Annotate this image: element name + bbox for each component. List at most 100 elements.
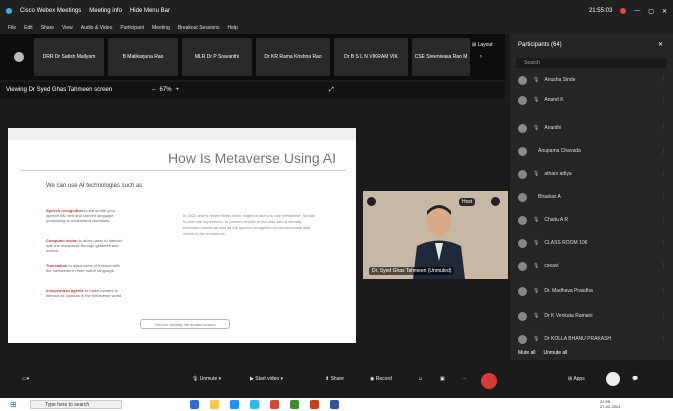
menu-item[interactable]: Edit: [24, 25, 33, 31]
participant-row[interactable]: 🎙 Anand K ⋮: [518, 91, 666, 109]
participant-row[interactable]: 🎙 Dr K Venkata Ramani ⋮: [518, 307, 666, 325]
hide-menu-button[interactable]: Hide Menu Bar: [130, 8, 170, 14]
webex-taskbar-icon[interactable]: [250, 400, 259, 409]
menu-item[interactable]: Audio & Video: [81, 25, 113, 31]
video-options-icon[interactable]: [367, 197, 376, 206]
record-button[interactable]: ◉ Record: [370, 376, 392, 382]
taskbar-search-input[interactable]: Type here to search: [30, 400, 122, 409]
more-options-icon[interactable]: [491, 197, 500, 206]
row-menu-icon[interactable]: ⋮: [661, 194, 666, 200]
screen-share-notice[interactable]: You are viewing the shared screen: [140, 319, 230, 329]
participant-name: Anusha Sinde: [544, 77, 576, 83]
more-icon[interactable]: ⋯: [462, 376, 467, 382]
avatar: [518, 75, 527, 85]
unmute-all-button[interactable]: Unmute all: [544, 350, 568, 356]
minimize-icon[interactable]: —: [634, 8, 640, 14]
menu-item[interactable]: Help: [228, 25, 238, 31]
file-explorer-icon[interactable]: [210, 400, 219, 409]
share-label: Share: [330, 376, 344, 382]
powerpoint-icon[interactable]: [310, 400, 319, 409]
mic-icon: 🎙: [533, 240, 540, 246]
participant-row[interactable]: 🎙 atharv adiya ⋮: [518, 165, 666, 183]
word-icon[interactable]: [330, 400, 339, 409]
participant-name: Anand K: [544, 97, 564, 103]
leave-meeting-button[interactable]: [481, 373, 497, 389]
participant-tile[interactable]: B Malikarjuna Rao: [108, 38, 178, 76]
menu-item[interactable]: Breakout Sessions: [178, 25, 220, 31]
meeting-timer: 21:55:03: [588, 8, 613, 14]
participant-name: CLASS ROOM 106: [544, 240, 588, 246]
row-menu-icon[interactable]: ⋮: [661, 171, 666, 177]
participant-row[interactable]: Anupama Chavada ⋮: [518, 142, 666, 160]
presenter-video[interactable]: Host Dr. Syed Ghas Tahmeen (Unmuted): [363, 191, 508, 279]
taskview-icon[interactable]: [190, 400, 199, 409]
participant-row[interactable]: Bhaskar A ⋮: [518, 188, 666, 206]
close-icon[interactable]: ✕: [662, 8, 667, 15]
unmute-button[interactable]: 🎙 Unmute ▾: [192, 376, 221, 382]
row-menu-icon[interactable]: ⋮: [661, 97, 666, 103]
row-menu-icon[interactable]: ⋮: [661, 217, 666, 223]
participants-icon[interactable]: [606, 372, 620, 386]
participant-row[interactable]: 🎙 Anusha Sinde ⋮: [518, 71, 666, 89]
participant-name: Bhaskar A: [538, 194, 561, 200]
slide-bullet: Speech recognition to transcribe your sp…: [46, 208, 126, 223]
zoom-in-icon[interactable]: +: [176, 87, 180, 93]
participant-tile[interactable]: Dr KR Rama Krishna Rao: [256, 38, 330, 76]
zoom-level[interactable]: 67%: [160, 87, 172, 93]
edge-icon[interactable]: [230, 400, 239, 409]
row-menu-icon[interactable]: ⋮: [661, 336, 666, 342]
meeting-toolbar: ▭▾ 🎙 Unmute ▾ ▶ Start video ▾ ⬆ Share ◉ …: [0, 364, 673, 398]
row-menu-icon[interactable]: ⋮: [661, 148, 666, 154]
windows-start-icon[interactable]: ⊞: [10, 400, 17, 409]
excel-icon[interactable]: [290, 400, 299, 409]
row-menu-icon[interactable]: ⋮: [661, 263, 666, 269]
recording-icon: [620, 8, 627, 14]
layout-button[interactable]: ⊞ Layout: [472, 42, 493, 48]
clock-date: 27-02-2024: [600, 404, 621, 409]
participants-header: Participants (64): [518, 42, 562, 48]
captions-icon[interactable]: ▣: [440, 376, 445, 382]
participant-row[interactable]: 🎙 Chaitu A R ⋮: [518, 211, 666, 229]
maximize-icon[interactable]: ▢: [648, 8, 654, 15]
row-menu-icon[interactable]: ⋮: [661, 240, 666, 246]
fullscreen-icon[interactable]: ⤢: [329, 87, 334, 94]
chrome-icon[interactable]: [270, 400, 279, 409]
app-title: Cisco Webex Meetings: [20, 8, 82, 14]
next-arrow-icon[interactable]: ›: [480, 54, 482, 60]
participants-search-input[interactable]: Search: [516, 58, 667, 68]
panel-close-icon[interactable]: ✕: [658, 41, 663, 48]
mic-icon: 🎙: [533, 263, 540, 269]
menu-item[interactable]: File: [8, 25, 16, 31]
start-video-button[interactable]: ▶ Start video ▾: [250, 376, 283, 382]
participant-row[interactable]: 🎙 CLASS ROOM 106 ⋮: [518, 234, 666, 252]
layout-options-icon[interactable]: ▭▾: [22, 376, 29, 382]
participant-row[interactable]: 🎙 Dr KOLLA BHANU PRAKASH ⋮: [518, 330, 666, 348]
mute-all-button[interactable]: Mute all: [518, 350, 536, 356]
zoom-out-icon[interactable]: –: [152, 87, 155, 93]
row-menu-icon[interactable]: ⋮: [661, 288, 666, 294]
meeting-info-button[interactable]: Meeting info: [89, 8, 122, 14]
webex-logo-icon: [6, 8, 12, 14]
reactions-icon[interactable]: ☺: [418, 376, 423, 382]
participant-tile[interactable]: Dr B S L N VIKRAM VIK: [334, 38, 408, 76]
participant-tile[interactable]: MLR Dr P Sravanthi: [182, 38, 252, 76]
menu-item[interactable]: Meeting: [152, 25, 170, 31]
row-menu-icon[interactable]: ⋮: [661, 125, 666, 131]
participant-tile[interactable]: DRR Dr Satish Mallyam: [34, 38, 104, 76]
participant-row[interactable]: 🎙 Dr. Madhava Prasdha ⋮: [518, 282, 666, 300]
menu-item[interactable]: View: [62, 25, 73, 31]
row-menu-icon[interactable]: ⋮: [661, 77, 666, 83]
participant-row[interactable]: 🎙 Ananthi ⋮: [518, 119, 666, 137]
row-menu-icon[interactable]: ⋮: [661, 313, 666, 319]
apps-button[interactable]: ⊞ Apps: [568, 376, 585, 382]
participant-row[interactable]: 🎙 cseavi ⋮: [518, 257, 666, 275]
menu-item[interactable]: Share: [41, 25, 54, 31]
participant-tile[interactable]: CSE Sreenivasa Rao M: [412, 38, 470, 76]
menu-item[interactable]: Participant: [120, 25, 144, 31]
shared-screen-header: [8, 128, 356, 140]
avatar: [518, 286, 527, 296]
chat-icon[interactable]: 💬: [632, 376, 638, 382]
share-button[interactable]: ⬆ Share: [325, 376, 344, 382]
taskbar-clock: 21:55 27-02-2024: [600, 399, 620, 409]
avatar: [518, 261, 527, 271]
